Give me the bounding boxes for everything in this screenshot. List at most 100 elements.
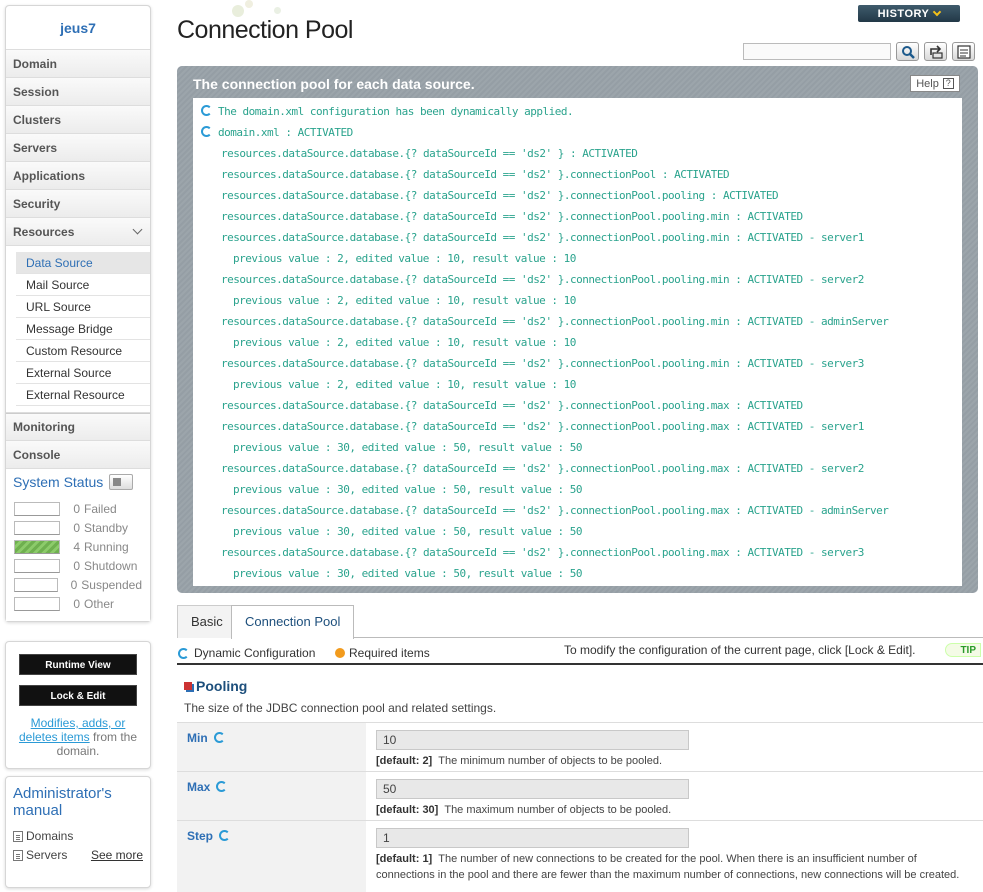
field-value: 1 [default: 1] The number of new connecti…: [376, 828, 976, 883]
dynamic-config-legend: Dynamic Configuration: [178, 646, 315, 660]
config-legend-bar: Dynamic Configuration Required items To …: [177, 643, 983, 665]
tip-badge[interactable]: TIP: [945, 643, 981, 657]
menu-monitoring[interactable]: Monitoring: [6, 413, 150, 441]
refresh-button[interactable]: [924, 42, 947, 61]
sidebar: jeus7 Domain Session Clusters Servers Ap…: [5, 5, 151, 622]
tab-bar: Basic Connection Pool: [177, 605, 983, 639]
section-pooling: Pooling: [184, 678, 247, 694]
lock-edit-button[interactable]: Lock & Edit: [19, 685, 137, 706]
status-label: Standby: [84, 520, 129, 535]
refresh-icon: [201, 105, 212, 116]
max-field[interactable]: 50: [376, 779, 689, 799]
submenu-message-bridge[interactable]: Message Bridge: [16, 318, 150, 340]
menu-domain[interactable]: Domain: [6, 50, 150, 78]
status-count: 0: [73, 596, 80, 611]
manual-item-label: Servers: [26, 848, 68, 862]
field-note: [default: 2] The minimum number of object…: [376, 753, 976, 769]
menu-security[interactable]: Security: [6, 190, 150, 218]
monitor-toggle-icon[interactable]: [109, 474, 134, 490]
search-input[interactable]: [743, 43, 891, 60]
field-default: [default: 1]: [376, 853, 433, 865]
status-label: Suspended: [81, 577, 142, 592]
refresh-icon: [201, 126, 212, 137]
decor-circle: [245, 0, 253, 8]
manual-item-domains[interactable]: Domains: [13, 829, 143, 843]
log-line: resources.dataSource.database.{? dataSou…: [221, 357, 864, 370]
status-label: Other: [84, 596, 115, 611]
menu-session[interactable]: Session: [6, 78, 150, 106]
log-text: The domain.xml configuration has been dy…: [218, 105, 574, 118]
search-icon: [901, 45, 915, 59]
status-label: Failed: [84, 501, 117, 516]
submenu-url-source[interactable]: URL Source: [16, 296, 150, 318]
status-running: 4 Running: [14, 537, 142, 556]
submenu-mail-source[interactable]: Mail Source: [16, 274, 150, 296]
log-line: resources.dataSource.database.{? dataSou…: [221, 168, 730, 181]
menu-console[interactable]: Console: [6, 441, 150, 469]
log-line: previous value : 30, edited value : 50, …: [233, 483, 583, 496]
system-status-header: System Status: [6, 469, 150, 495]
log-line: resources.dataSource.database.{? dataSou…: [221, 546, 864, 559]
submenu-external-source[interactable]: External Source: [16, 362, 150, 384]
status-label: Running: [84, 539, 129, 554]
tab-basic[interactable]: Basic: [177, 605, 237, 638]
log-line: resources.dataSource.database.{? dataSou…: [221, 315, 889, 328]
status-count: 0: [73, 520, 80, 535]
xml-button[interactable]: [952, 42, 975, 61]
manual-title: Administrator's manual: [13, 785, 112, 819]
document-icon: [13, 849, 23, 861]
help-button[interactable]: Help ?: [910, 75, 960, 92]
log-line: The domain.xml configuration has been dy…: [201, 101, 954, 122]
status-count: 0: [73, 501, 80, 516]
runtime-view-button[interactable]: Runtime View: [19, 654, 137, 675]
asterisk-icon: [335, 648, 345, 658]
menu-servers[interactable]: Servers: [6, 134, 150, 162]
status-bar: [14, 501, 60, 516]
menu-resources[interactable]: Resources: [6, 218, 150, 246]
status-bar: [14, 596, 60, 611]
log-line: previous value : 2, edited value : 10, r…: [233, 294, 576, 307]
navigation-panel: jeus7 Domain Session Clusters Servers Ap…: [5, 5, 151, 622]
submenu-data-source[interactable]: Data Source: [16, 252, 150, 274]
system-status-title: System Status: [13, 474, 104, 490]
section-description: The size of the JDBC connection pool and…: [184, 701, 497, 715]
field-row-step: Step 1 [default: 1] The number of new con…: [177, 820, 983, 892]
menu-clusters[interactable]: Clusters: [6, 106, 150, 134]
tab-connection-pool[interactable]: Connection Pool: [231, 605, 355, 639]
log-line: previous value : 30, edited value : 50, …: [233, 525, 583, 538]
refresh-icon: [216, 781, 228, 792]
field-label: Min: [177, 723, 366, 771]
help-label: Help: [916, 77, 939, 90]
log-line: previous value : 2, edited value : 10, r…: [233, 378, 576, 391]
min-field[interactable]: 10: [376, 730, 689, 750]
result-panel: The connection pool for each data source…: [177, 66, 978, 593]
field-value: 50 [default: 30] The maximum number of ob…: [376, 779, 976, 818]
server-name[interactable]: jeus7: [6, 6, 150, 50]
field-label-text: Max: [187, 780, 211, 794]
refresh-icon: [213, 732, 225, 743]
menu-applications[interactable]: Applications: [6, 162, 150, 190]
menu-resources-label: Resources: [13, 224, 75, 239]
log-line: previous value : 30, edited value : 50, …: [233, 441, 583, 454]
reload-icon: [929, 44, 943, 59]
log-line: resources.dataSource.database.{? dataSou…: [221, 231, 864, 244]
see-more-link[interactable]: See more: [91, 848, 143, 862]
status-standby: 0 Standby: [14, 518, 142, 537]
step-field[interactable]: 1: [376, 828, 689, 848]
field-label-text: Min: [187, 731, 208, 745]
xml-file-icon: [956, 44, 971, 59]
status-count: 0: [70, 577, 78, 592]
help-icon: ?: [942, 78, 954, 89]
log-line: domain.xml : ACTIVATED: [201, 122, 954, 143]
document-icon: [13, 830, 23, 842]
submenu-external-resource[interactable]: External Resource: [16, 384, 150, 406]
log-line: resources.dataSource.database.{? dataSou…: [221, 273, 864, 286]
status-label: Shutdown: [84, 558, 138, 573]
search-button[interactable]: [896, 42, 919, 61]
history-button[interactable]: HISTORY: [858, 5, 960, 22]
status-other: 0 Other: [14, 594, 142, 613]
manual-item-servers[interactable]: Servers See more: [13, 848, 143, 862]
edit-note: Modifies, adds, or deletes items from th…: [6, 716, 150, 758]
log-line: previous value : 2, edited value : 10, r…: [233, 252, 576, 265]
submenu-custom-resource[interactable]: Custom Resource: [16, 340, 150, 362]
